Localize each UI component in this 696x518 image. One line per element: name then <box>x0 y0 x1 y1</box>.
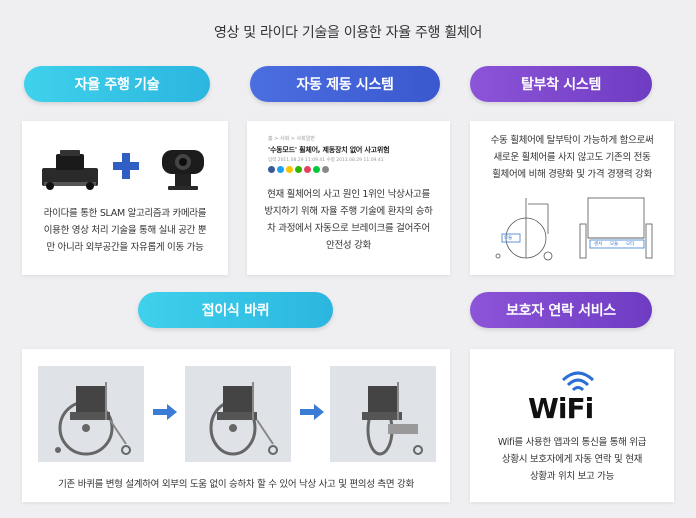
wheelchair-side-diagram-icon <box>495 198 553 261</box>
desc-line: 새로운 휠체어를 사지 않고도 기존의 전동 <box>493 152 651 163</box>
desc-line: 안전성 강화 <box>326 240 371 251</box>
detachable-desc: 수동 휠체어에 탈부탁이 가능하게 함으로써 새로운 휠체어를 사지 않고도 기… <box>470 132 674 183</box>
news-breadcrumb: 홈 > 사회 > 사회일반 <box>268 136 315 142</box>
wheelchair-icon <box>209 382 278 456</box>
desc-line: 수동 휠체어에 탈부탁이 가능하게 함으로써 <box>490 135 654 146</box>
arrow-right-icon <box>300 404 324 420</box>
wheelchair-image-2 <box>185 366 291 462</box>
guardian-pill: 보호자 연락 서비스 <box>470 292 652 328</box>
wifi-logo: WiFi <box>528 392 594 425</box>
plus-icon <box>113 153 139 179</box>
share-icon <box>277 166 284 173</box>
desc-line: 현재 휠체어의 사고 원인 1위인 낙상사고를 <box>267 189 430 200</box>
diagram-module-label-2: 모듈 <box>610 242 619 247</box>
diagram-module-label: 모듈 <box>504 236 513 241</box>
desc-line: 차 과정에서 자동으로 브레이크를 걸어주어 <box>267 223 430 234</box>
desc-line: 상황시 보호자에게 자동 연락 및 현재 <box>501 454 643 465</box>
braking-desc: 현재 휠체어의 사고 원인 1위인 낙상사고를 방지하기 위해 자율 주행 기술… <box>247 186 450 254</box>
wifi-signal-icon <box>561 371 595 392</box>
folding-pill: 접이식 바퀴 <box>138 292 333 328</box>
desc-line: 상황과 위치 보고 가능 <box>529 471 615 482</box>
share-icon <box>322 166 329 173</box>
share-icon <box>286 166 293 173</box>
diagram-motor-label: 모터 <box>626 242 635 247</box>
autonomous-pill: 자율 주행 기술 <box>24 66 210 102</box>
share-icon <box>304 166 311 173</box>
desc-line: 라이다를 통한 SLAM 알고리즘과 카메라를 <box>43 208 207 219</box>
diagram-sensor-label: 센서 <box>594 242 603 247</box>
wheelchair-image-1 <box>38 366 144 462</box>
news-meta: 입력 2011.08.29 11:09:41 수정 2011.08.29 11:… <box>268 158 384 163</box>
desc-line: 방지하기 위해 자율 주행 기술에 환자의 승하 <box>264 206 433 217</box>
lidar-icon <box>42 150 98 190</box>
desc-line: 휠체어에 비해 경량화 및 가격 경쟁력 강화 <box>492 169 652 180</box>
folding-desc: 기존 바퀴를 변형 설계하여 외부의 도움 없이 승하차 할 수 있어 낙상 사… <box>58 479 414 490</box>
detachable-pill: 탈부착 시스템 <box>470 66 652 102</box>
wheelchair-front-diagram-icon <box>579 197 653 259</box>
page-title: 영상 및 라이다 기술을 이용한 자율 주행 휠체어 <box>213 25 483 41</box>
braking-pill: 자동 제동 시스템 <box>250 66 440 102</box>
guardian-desc: Wifi를 사용한 앱과의 통신을 통해 위급 상황시 보호자에게 자동 연락 … <box>470 434 674 485</box>
desc-line: Wifi를 사용한 앱과의 통신을 통해 위급 <box>497 437 647 448</box>
wheelchair-icon <box>362 382 423 456</box>
wheelchair-icon <box>55 382 131 456</box>
webcam-icon <box>162 150 204 190</box>
news-headline: '수동모드' 휠체어, 제동장치 없어 사고위험 <box>268 146 390 154</box>
desc-line: 이용한 영상 처리 기술을 통해 실내 공간 뿐 <box>43 225 207 236</box>
desc-line: 만 아니라 외부공간을 자유롭게 이동 가능 <box>46 242 204 253</box>
arrow-right-icon <box>153 404 177 420</box>
share-icon <box>268 166 275 173</box>
share-icon <box>295 166 302 173</box>
share-icon <box>313 166 320 173</box>
autonomous-desc: 라이다를 통한 SLAM 알고리즘과 카메라를 이용한 영상 처리 기술을 통해… <box>22 205 228 256</box>
wheelchair-image-3 <box>330 366 436 462</box>
